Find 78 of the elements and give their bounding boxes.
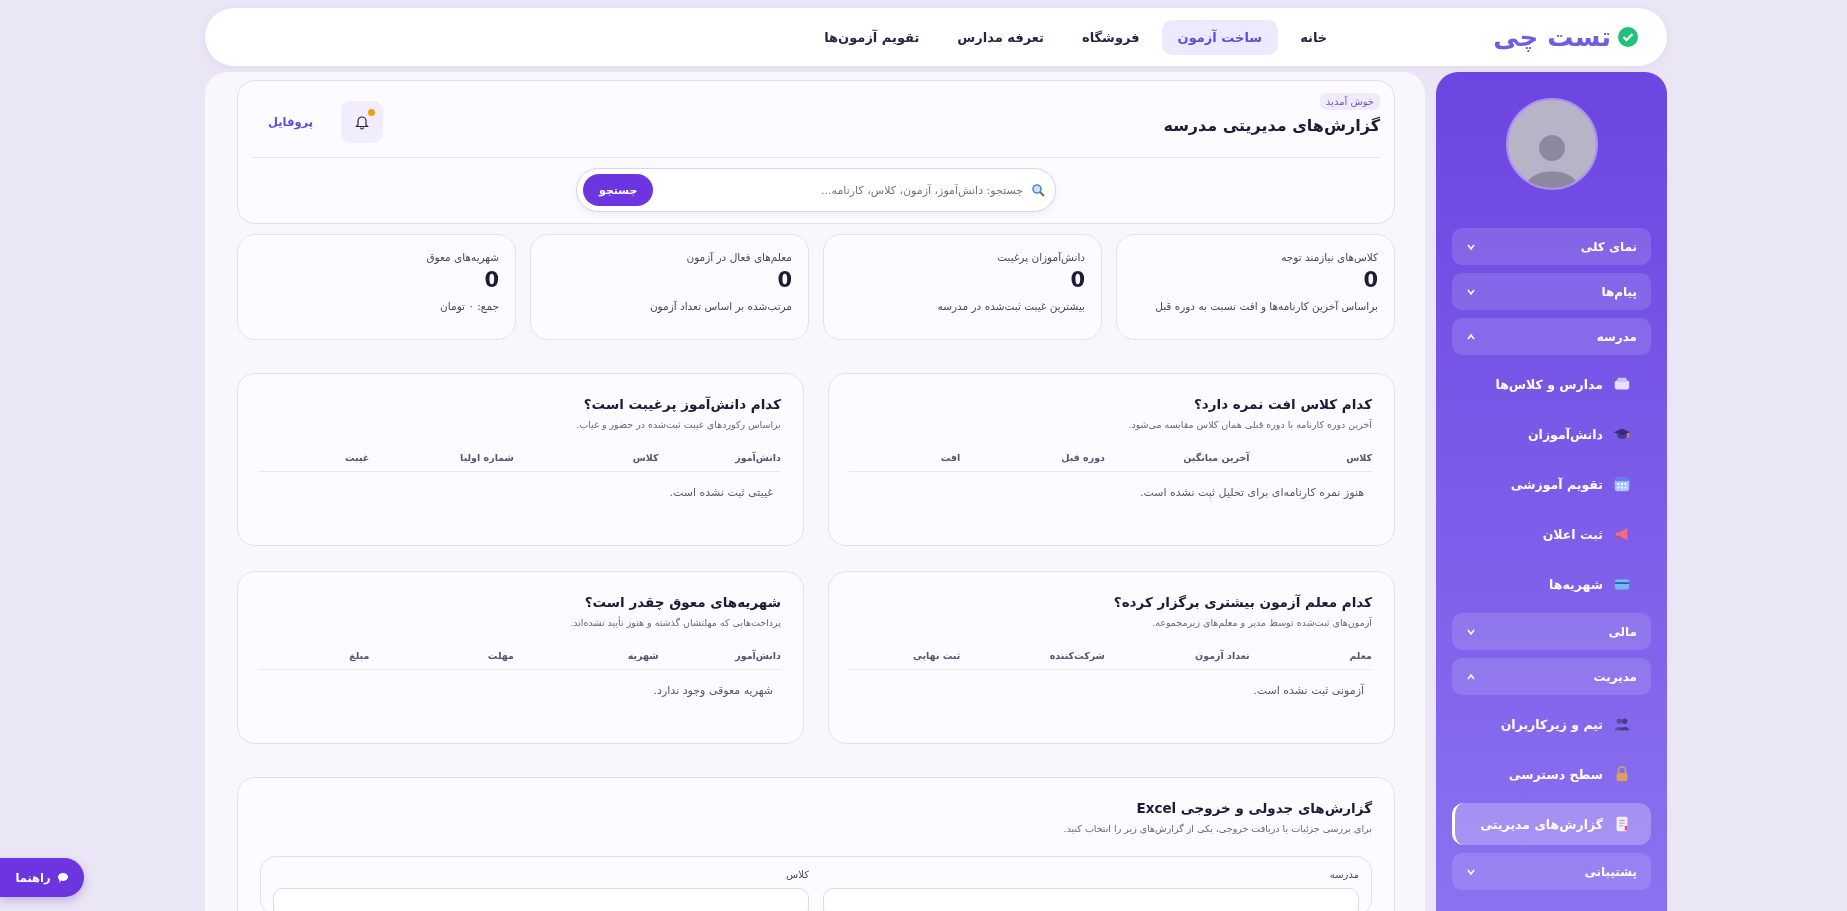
sidebar-item[interactable]: ثبت اعلان <box>1452 513 1651 555</box>
stat-note: مرتب‌شده بر اساس تعداد آزمون <box>649 300 792 312</box>
stat-value: 0 <box>777 268 792 292</box>
welcome-badge: خوش آمدید <box>1319 93 1380 110</box>
sidebar-group[interactable]: پیام‌ها <box>1452 273 1651 310</box>
column-header: آخرین میانگین <box>1182 452 1250 463</box>
column-header: شرکت‌کننده <box>1048 650 1105 661</box>
sidebar-group[interactable]: مالی <box>1452 613 1651 650</box>
stat-value: 0 <box>484 268 499 292</box>
column-header: غیبت <box>343 452 370 463</box>
column-header: دوره قبل <box>1060 452 1105 463</box>
sidebar-item[interactable]: تقویم آموزشی <box>1452 463 1651 505</box>
sidebar-item[interactable]: تیم و زیرکاربران <box>1452 703 1651 745</box>
sidebar-group[interactable]: نمای کلی <box>1452 228 1651 265</box>
panel-title: شهریه‌های معوق چقدر است؟ <box>583 594 781 610</box>
guide-button[interactable]: راهنما <box>0 858 84 897</box>
panel-subtitle: برای بررسی جزئیات یا دریافت خروجی، یکی از گزارش‌های زیر را انتخاب کنید. <box>1062 823 1372 834</box>
column-header: کلاس <box>1345 452 1372 463</box>
nav-link[interactable]: ساخت آزمون <box>1161 19 1279 55</box>
sidebar-group[interactable]: مدرسه <box>1452 318 1651 355</box>
stat-value: 0 <box>1070 268 1085 292</box>
sidebar-item[interactable]: سطح دسترسی <box>1452 753 1651 795</box>
bell-icon <box>354 114 371 130</box>
column-header: افت <box>939 452 961 463</box>
stat-label: معلم‌های فعال در آزمون <box>686 251 792 263</box>
sidebar-item[interactable]: گزارش‌های مدیریتی <box>1452 803 1651 845</box>
nav-link[interactable]: خانه <box>1284 19 1344 55</box>
column-header: شماره اولیا <box>459 452 514 463</box>
sidebar-group[interactable]: مدیریت <box>1452 658 1651 695</box>
stat-label: شهریه‌های معوق <box>426 251 499 263</box>
filter-label: مدرسه <box>1328 869 1359 880</box>
stat-note: براساس آخرین کارنامه‌ها و افت نسبت به دوره قبل <box>1155 300 1378 312</box>
search-icon <box>1031 183 1045 197</box>
sidebar-group[interactable]: پشتیبانی <box>1452 853 1651 890</box>
filter-label: کلاس <box>785 869 809 880</box>
column-header: دانش‌آموز <box>734 650 781 661</box>
column-header: معلم <box>1348 650 1372 661</box>
stat-note: جمع: ۰ تومان <box>440 300 499 312</box>
panel-subtitle: آخرین دوره کارنامه با دوره قبلی همان کلاس مقایسه می‌شود. <box>1127 419 1372 430</box>
panel-title: کدام معلم آزمون بیشتری برگزار کرده؟ <box>1112 594 1372 610</box>
stat-label: دانش‌آموزان پرغیبت <box>997 251 1085 263</box>
profile-link[interactable]: پروفایل <box>262 114 320 130</box>
check-badge-icon <box>1617 26 1639 48</box>
panel-subtitle: آزمون‌های ثبت‌شده توسط مدیر و معلم‌های زیرمجموعه. <box>1151 617 1372 628</box>
menu-item-icon <box>1613 475 1631 493</box>
search-field[interactable]: جستجو: دانش‌آموز، آزمون، کلاس، کارنامه... جستجو <box>576 168 1056 212</box>
stat-label: کلاس‌های نیازمند توجه <box>1281 251 1378 263</box>
panel-subtitle: پرداخت‌هایی که مهلتشان گذشته و هنوز تأیید نشده‌اند. <box>569 617 781 628</box>
select-field[interactable] <box>273 888 809 911</box>
panel-title: کدام دانش‌آموز پرغیبت است؟ <box>582 396 781 412</box>
column-header: شهریه <box>626 650 659 661</box>
column-header: تعداد آزمون <box>1194 650 1250 661</box>
column-header: ثبت نهایی <box>911 650 961 661</box>
nav-link[interactable]: تقویم آزمون‌ها <box>808 19 936 55</box>
column-header: دانش‌آموز <box>734 452 781 463</box>
chat-bubble-icon <box>56 871 69 884</box>
nav-link[interactable]: فروشگاه <box>1066 19 1156 55</box>
logo-text[interactable]: تست چی <box>1493 22 1611 52</box>
column-header: کلاس <box>631 452 659 463</box>
column-header: مهلت <box>486 650 514 661</box>
panel-title: کدام کلاس افت نمره دارد؟ <box>1192 396 1372 412</box>
column-header: مبلغ <box>348 650 370 661</box>
select-field[interactable] <box>823 888 1359 911</box>
empty-message: هنوز نمره کارنامه‌ای برای تحلیل ثبت نشده است. <box>1138 485 1365 499</box>
search-button[interactable]: جستجو <box>583 174 654 206</box>
page-title: گزارش‌های مدیریتی مدرسه <box>1163 116 1380 135</box>
sidebar-item[interactable]: دانش‌آموزان <box>1452 413 1651 455</box>
notification-button[interactable] <box>341 101 384 143</box>
nav-link[interactable]: تعرفه مدارس <box>941 19 1060 55</box>
stat-value: 0 <box>1363 268 1378 292</box>
stat-note: بیشترین غیبت ثبت‌شده در مدرسه <box>937 300 1085 312</box>
empty-message: غیبتی ثبت نشده است. <box>668 485 774 499</box>
empty-message: آزمونی ثبت نشده است. <box>1252 682 1366 697</box>
sidebar-item[interactable]: مدارس و کلاس‌ها <box>1452 363 1651 405</box>
panel-title: گزارش‌های جدولی و خروجی Excel <box>1135 800 1372 816</box>
empty-message: شهریه معوقی وجود ندارد. <box>652 683 774 697</box>
sidebar-item[interactable]: شهریه‌ها <box>1452 563 1651 605</box>
panel-subtitle: براساس رکوردهای غیبت ثبت‌شده در حضور و غیاب. <box>575 419 781 430</box>
